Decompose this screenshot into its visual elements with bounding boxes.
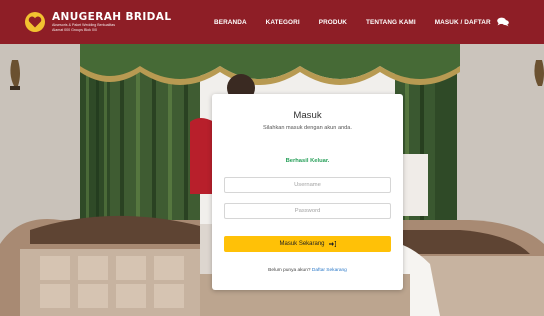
heart-logo-icon	[25, 12, 45, 32]
login-subtitle: Silahkan masuk dengan akun anda.	[263, 125, 352, 131]
register-prompt-row: Belum punya akun? Daftar Sekarang	[212, 268, 403, 273]
nav-tentang-kami[interactable]: TENTANG KAMI	[366, 19, 416, 26]
login-submit-button[interactable]: Masuk Sekarang	[224, 236, 391, 252]
sign-in-icon	[328, 241, 336, 247]
brand-text: ANUGERAH BRIDAL Aksesoris & Paket Weddin…	[52, 10, 172, 32]
register-link[interactable]: Daftar Sekarang	[312, 268, 347, 273]
navbar: ANUGERAH BRIDAL Aksesoris & Paket Weddin…	[0, 0, 544, 44]
chat-bubbles-icon[interactable]	[496, 17, 509, 27]
login-submit-label: Masuk Sekarang	[279, 241, 325, 247]
login-card: Masuk Silahkan masuk dengan akun anda. B…	[212, 94, 403, 290]
logout-success-alert: Berhasil Keluar.	[285, 158, 330, 164]
brand-address: Alamat 000 Groups Blok 0/0	[52, 27, 97, 32]
login-title: Masuk	[293, 110, 322, 121]
nav-menu: BERANDA KATEGORI PRODUK TENTANG KAMI MAS…	[214, 0, 509, 44]
brand[interactable]: ANUGERAH BRIDAL Aksesoris & Paket Weddin…	[24, 11, 171, 33]
nav-masuk-daftar[interactable]: MASUK / DAFTAR	[435, 19, 491, 26]
register-prompt: Belum punya akun?	[268, 268, 311, 273]
nav-kategori[interactable]: KATEGORI	[266, 19, 300, 26]
password-input[interactable]	[224, 203, 391, 219]
nav-produk[interactable]: PRODUK	[319, 19, 347, 26]
brand-name: ANUGERAH BRIDAL	[52, 10, 172, 23]
username-input[interactable]	[224, 177, 391, 193]
nav-beranda[interactable]: BERANDA	[214, 19, 247, 26]
